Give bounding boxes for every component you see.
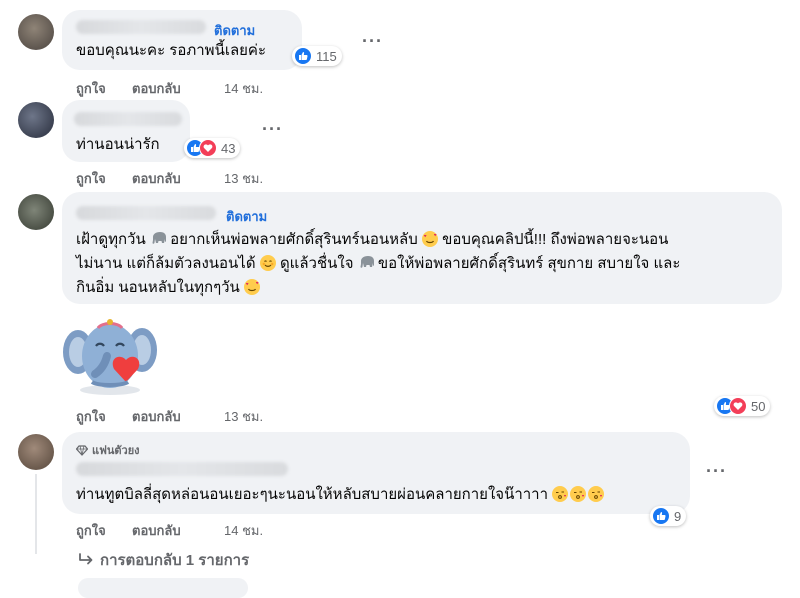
elephant-emoji [150, 231, 166, 247]
reply-button[interactable]: ตอบกลับ [132, 520, 181, 541]
more-options-icon[interactable]: ··· [362, 32, 383, 50]
author-name[interactable] [76, 462, 288, 476]
heart-icon [729, 397, 747, 415]
heart-icon [199, 139, 217, 157]
more-options-icon[interactable]: ··· [706, 462, 727, 480]
fan-badge-label: แฟนตัวยง [92, 445, 140, 457]
comment-bubble [78, 578, 248, 598]
smiling-face-with-hearts-emoji [421, 231, 438, 247]
reaction-summary[interactable]: 43 [184, 138, 241, 158]
timestamp[interactable]: 14 ชม. [224, 78, 263, 99]
timestamp[interactable]: 13 ชม. [224, 168, 263, 189]
reaction-count: 115 [316, 48, 337, 64]
reaction-summary[interactable]: 115 [292, 46, 342, 66]
more-options-icon[interactable]: ··· [262, 120, 283, 138]
reply-button[interactable]: ตอบกลับ [132, 168, 181, 189]
reaction-summary[interactable]: 50 [714, 396, 771, 416]
face-blowing-kiss-emoji [588, 486, 605, 502]
reaction-count: 43 [221, 140, 236, 156]
diamond-badge-icon [76, 444, 88, 456]
comment-text: เฝ้าดูทุกวัน อยากเห็นพ่อพลายศักดิ์สุรินท… [76, 228, 776, 300]
avatar[interactable] [18, 14, 54, 50]
view-replies-link[interactable]: การตอบกลับ 1 รายการ [78, 548, 249, 572]
reply-button[interactable]: ตอบกลับ [132, 406, 181, 427]
elephant-emoji [358, 255, 374, 271]
smiling-face-emoji [259, 255, 276, 271]
reply-button[interactable]: ตอบกลับ [132, 78, 181, 99]
thumbs-up-icon [652, 507, 670, 525]
comment-text: ท่านทูตบิลลี่สุดหล่อนอนเยอะๆนะนอนให้หลับ… [76, 484, 605, 505]
follow-link[interactable]: ติดตาม [226, 206, 267, 227]
follow-link[interactable]: ติดตาม [214, 20, 255, 41]
like-button[interactable]: ถูกใจ [76, 78, 106, 99]
author-name[interactable] [76, 206, 216, 220]
comment-text: ท่านอนน่ารัก [76, 136, 160, 153]
face-blowing-kiss-emoji [570, 486, 587, 502]
avatar[interactable] [18, 102, 54, 138]
author-name[interactable] [76, 20, 206, 34]
like-button[interactable]: ถูกใจ [76, 168, 106, 189]
comment-text-part: ดูแล้วชื่นใจ [279, 255, 354, 272]
comment-text-part: ไม่นาน แต่ก็ล้มตัวลงนอนได้ [76, 255, 256, 272]
timestamp[interactable]: 13 ชม. [224, 406, 263, 427]
like-button[interactable]: ถูกใจ [76, 406, 106, 427]
comment-text-part: อยากเห็นพ่อพลายศักดิ์สุรินทร์นอนหลับ [170, 231, 418, 248]
avatar[interactable] [18, 194, 54, 230]
reaction-summary[interactable]: 9 [650, 506, 687, 526]
comment-text-part: กินอิ่ม นอนหลับในทุกๆวัน [76, 279, 240, 296]
smiling-face-with-hearts-emoji [243, 279, 260, 295]
comment-text-part: ขอบคุณคลิปนี้!!! ถึงพ่อพลายจะนอน [442, 231, 669, 248]
reaction-count: 9 [674, 508, 682, 524]
comment-text: ขอบคุณนะคะ รอภาพนี้เลยค่ะ [76, 42, 267, 59]
author-name[interactable] [74, 112, 182, 126]
like-button[interactable]: ถูกใจ [76, 520, 106, 541]
reply-arrow-icon [78, 553, 94, 567]
comment-text-part: ท่านทูตบิลลี่สุดหล่อนอนเยอะๆนะนอนให้หลับ… [76, 486, 549, 503]
fan-badge[interactable]: แฟนตัวยง [76, 441, 140, 459]
reaction-count: 50 [751, 398, 766, 414]
face-blowing-kiss-emoji [552, 486, 569, 502]
timestamp[interactable]: 14 ชม. [224, 520, 263, 541]
view-replies-label: การตอบกลับ 1 รายการ [100, 552, 250, 569]
avatar[interactable] [18, 434, 54, 470]
reply-thread-line [35, 474, 37, 554]
elephant-sticker[interactable] [62, 312, 158, 396]
comment-text-part: เฝ้าดูทุกวัน [76, 231, 146, 248]
comment-text-part: ขอให้พ่อพลายศักดิ์สุรินทร์ สุขกาย สบายใจ… [377, 255, 681, 272]
thumbs-up-icon [294, 47, 312, 65]
